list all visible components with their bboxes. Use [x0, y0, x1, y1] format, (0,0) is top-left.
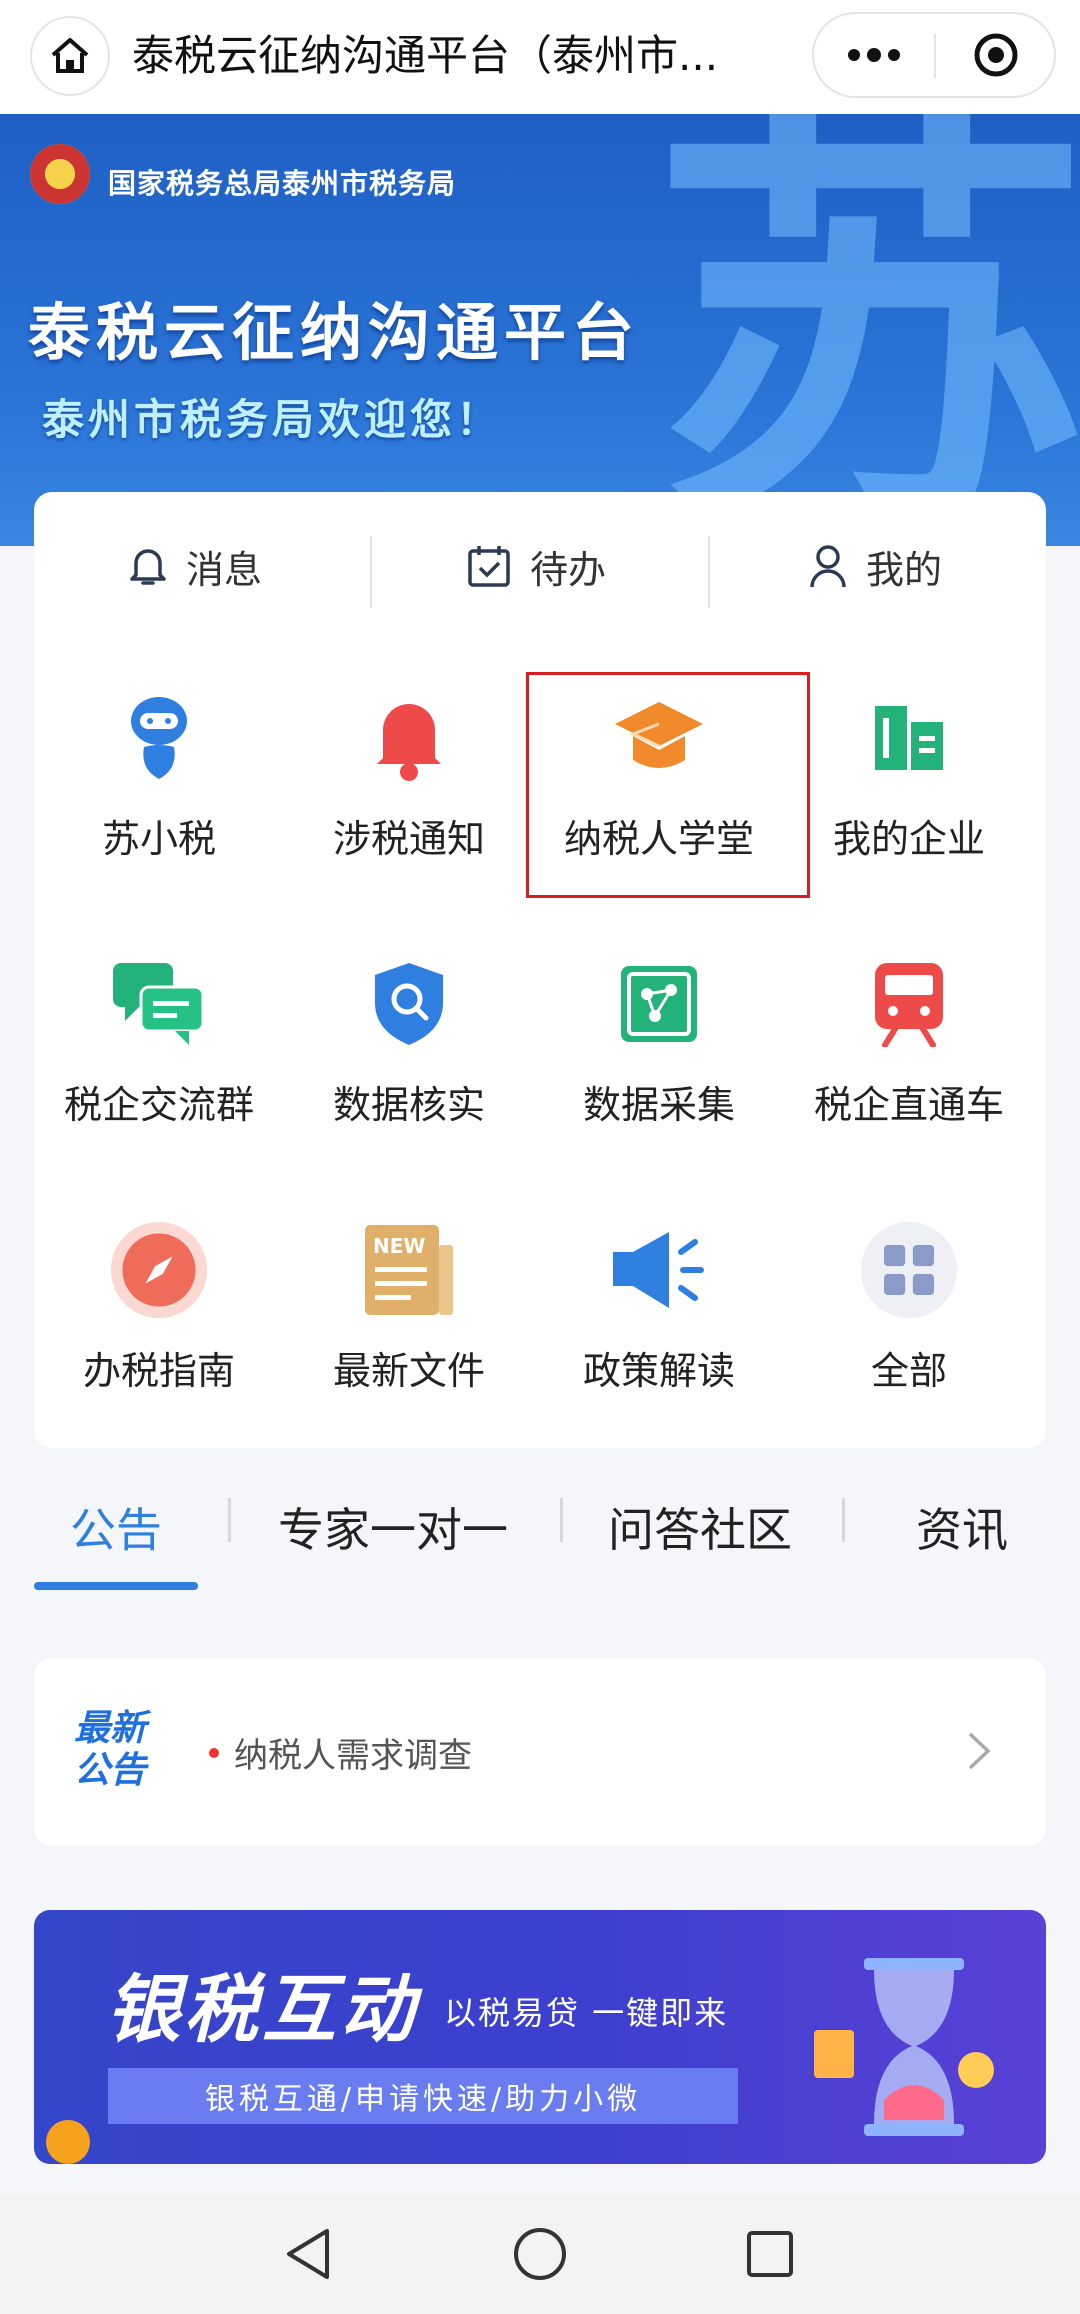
home-nav-button[interactable] [510, 2224, 570, 2284]
banner-subtitle: 泰州市税务局欢迎您！ [42, 395, 503, 444]
grid-label: 最新文件 [332, 1349, 485, 1393]
grid-label: 全部 [870, 1349, 947, 1393]
banner-title: 泰税云征纳沟通平台 [28, 296, 641, 369]
bell-icon [128, 543, 168, 589]
active-tab-indicator [34, 1582, 198, 1590]
more-button[interactable] [814, 14, 934, 96]
grid-item-exchange-group[interactable]: 税企交流群 [34, 954, 284, 1154]
page-title: 泰税云征纳沟通平台（泰州市... [132, 31, 719, 80]
divider [708, 536, 710, 608]
grid-label: 数据采集 [582, 1083, 735, 1127]
grid-icon [859, 1220, 959, 1320]
tab-mine-label: 我的 [866, 547, 943, 592]
header-banner: 苏 国家税务总局泰州市税务局 泰税云征纳沟通平台 泰州市税务局欢迎您！ [0, 114, 1080, 546]
mini-program-topbar: 泰税云征纳沟通平台（泰州市... [0, 0, 1080, 114]
tab-messages[interactable]: 消息 [128, 534, 262, 598]
hourglass-illustration-icon [814, 1958, 994, 2136]
system-navbar [0, 2194, 1080, 2314]
promo-banner[interactable]: 银税互动 以税易贷 一键即来 银税互通/申请快速/助力小微 [34, 1910, 1046, 2164]
calendar-check-icon [466, 543, 512, 589]
shield-search-icon [359, 954, 459, 1054]
robot-icon [109, 688, 209, 788]
promo-subtitle: 以税易贷 一键即来 [444, 1994, 729, 2032]
train-icon [859, 954, 959, 1054]
tab-separator [560, 1498, 563, 1542]
grid-item-latest-files[interactable]: NEW 最新文件 [284, 1220, 534, 1420]
tab-todo[interactable]: 待办 [466, 534, 606, 598]
bureau-name: 国家税务总局泰州市税务局 [108, 167, 457, 200]
tab-mine[interactable]: 我的 [808, 534, 942, 598]
grid-label: 涉税通知 [332, 817, 485, 861]
tab-qa-community[interactable]: 问答社区 [608, 1494, 792, 1560]
user-icon [808, 543, 848, 589]
megaphone-icon [609, 1220, 709, 1320]
grid-label: 苏小税 [101, 817, 216, 861]
home-button[interactable] [30, 16, 110, 96]
notice-bullet [209, 1748, 219, 1758]
grid-label: 税企交流群 [63, 1083, 254, 1127]
content-tabs: 公告 专家一对一 问答社区 资讯 [0, 1470, 1080, 1600]
back-triangle-icon [287, 2229, 329, 2279]
grid-label: 我的企业 [832, 817, 985, 861]
back-button[interactable] [278, 2224, 338, 2284]
bell-icon [359, 688, 459, 788]
grid-label: 办税指南 [82, 1349, 235, 1393]
notice-badge-line1: 最新 [74, 1708, 147, 1749]
grid-item-data-verify[interactable]: 数据核实 [284, 954, 534, 1154]
chat-bubbles-icon [109, 954, 209, 1054]
data-nodes-icon [609, 954, 709, 1054]
tax-emblem-icon [30, 144, 90, 204]
grid-item-data-collect[interactable]: 数据采集 [534, 954, 784, 1154]
promo-title: 银税互动 [106, 1967, 418, 2053]
recents-square-icon [747, 2231, 793, 2277]
divider [370, 536, 372, 608]
grid-item-direct-train[interactable]: 税企直通车 [784, 954, 1034, 1154]
notice-badge-line2: 公告 [74, 1750, 147, 1791]
newspaper-icon: NEW [359, 1220, 459, 1320]
banner-decorative-character: 苏 [650, 114, 1080, 546]
latest-notice[interactable]: 最新 公告 纳税人需求调查 [34, 1658, 1046, 1846]
capsule-menu [812, 12, 1056, 98]
recents-button[interactable] [740, 2224, 800, 2284]
grid-label: 政策解读 [582, 1349, 735, 1393]
promo-tagline: 银税互通/申请快速/助力小微 [108, 2068, 738, 2124]
grid-item-policy-interpretation[interactable]: 政策解读 [534, 1220, 784, 1420]
chevron-right-icon[interactable] [964, 1728, 994, 1778]
decorative-circle [46, 2120, 90, 2164]
tab-todo-label: 待办 [530, 547, 607, 592]
buildings-icon [859, 688, 959, 788]
grid-label: 数据核实 [332, 1083, 485, 1127]
close-button[interactable] [936, 14, 1056, 96]
service-card: 消息 待办 我的 苏小税 涉税通知 纳税人学堂 我的企业 税企交流群 数据核实 … [34, 492, 1046, 1448]
home-circle-icon [514, 2228, 566, 2280]
tab-news[interactable]: 资讯 [916, 1494, 1008, 1560]
tab-announcement[interactable]: 公告 [70, 1494, 162, 1560]
grid-item-tax-guide[interactable]: 办税指南 [34, 1220, 284, 1420]
target-close-icon [974, 33, 1018, 77]
more-dots-icon [848, 48, 900, 62]
notice-text[interactable]: 纳税人需求调查 [234, 1728, 472, 1777]
notice-badge: 最新 公告 [74, 1708, 174, 1792]
tab-separator [228, 1498, 231, 1542]
svg-text:NEW: NEW [373, 1234, 425, 1258]
compass-icon [109, 1220, 209, 1320]
grid-item-my-enterprise[interactable]: 我的企业 [784, 688, 1034, 888]
grid-item-tax-notice[interactable]: 涉税通知 [284, 688, 534, 888]
grid-item-all[interactable]: 全部 [784, 1220, 1034, 1420]
highlight-box [526, 672, 810, 898]
grid-item-su-xiao-shui[interactable]: 苏小税 [34, 688, 284, 888]
tab-separator [842, 1498, 845, 1542]
home-icon [51, 38, 89, 73]
tab-expert[interactable]: 专家一对一 [278, 1494, 508, 1560]
tab-messages-label: 消息 [186, 547, 263, 592]
grid-label: 税企直通车 [813, 1083, 1004, 1127]
